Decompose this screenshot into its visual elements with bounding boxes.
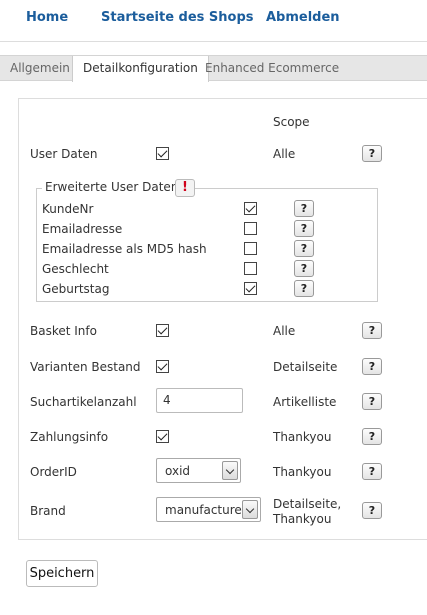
basket-info-scope: Alle <box>273 324 296 338</box>
customer-number-checkbox[interactable] <box>244 202 257 215</box>
brand-label: Brand <box>30 504 66 518</box>
brand-select[interactable]: manufacturer <box>156 497 261 522</box>
brand-scope-line2: Thankyou <box>273 512 332 526</box>
payment-info-checkbox[interactable] <box>156 430 169 443</box>
help-icon[interactable]: ? <box>362 322 382 339</box>
gender-label: Geschlecht <box>42 262 109 276</box>
help-icon[interactable]: ? <box>362 428 382 445</box>
search-article-count-input[interactable]: 4 <box>156 388 243 413</box>
payment-info-scope: Thankyou <box>273 430 332 444</box>
variant-stock-checkbox[interactable] <box>156 360 169 373</box>
help-icon[interactable]: ? <box>294 240 314 257</box>
top-navigation: Home Startseite des Shops Abmelden <box>0 0 427 42</box>
order-id-value: oxid <box>165 464 191 478</box>
order-id-label: OrderID <box>30 465 77 479</box>
gender-checkbox[interactable] <box>244 262 257 275</box>
email-md5-label: Emailadresse als MD5 hash <box>42 242 207 256</box>
order-id-select[interactable]: oxid <box>156 458 241 483</box>
help-icon[interactable]: ? <box>294 260 314 277</box>
shop-start-link[interactable]: Startseite des Shops <box>101 10 254 25</box>
birthday-checkbox[interactable] <box>244 282 257 295</box>
variant-stock-scope: Detailseite <box>273 360 338 374</box>
warning-icon[interactable]: ! <box>175 179 195 197</box>
help-icon[interactable]: ? <box>362 145 382 162</box>
help-icon[interactable]: ? <box>362 463 382 480</box>
search-article-count-label: Suchartikelanzahl <box>30 395 137 409</box>
brand-scope-line1: Detailseite, <box>273 497 342 511</box>
help-icon[interactable]: ? <box>362 502 382 519</box>
chevron-down-icon <box>222 461 238 480</box>
user-data-label: User Daten <box>30 147 98 161</box>
save-button[interactable]: Speichern <box>26 560 98 587</box>
order-id-scope: Thankyou <box>273 465 332 479</box>
tab-general[interactable]: Allgemein <box>0 56 80 81</box>
tab-bar: Allgemein Detailkonfiguration Enhanced E… <box>0 55 427 82</box>
basket-info-label: Basket Info <box>30 324 97 338</box>
help-icon[interactable]: ? <box>362 393 382 410</box>
user-data-scope: Alle <box>273 147 296 161</box>
chevron-down-icon <box>242 500 258 519</box>
birthday-label: Geburtstag <box>42 282 110 296</box>
brand-value: manufacturer <box>165 503 247 517</box>
logout-link[interactable]: Abmelden <box>266 10 340 25</box>
email-md5-checkbox[interactable] <box>244 242 257 255</box>
basket-info-checkbox[interactable] <box>156 324 169 337</box>
help-icon[interactable]: ? <box>294 220 314 237</box>
email-checkbox[interactable] <box>244 222 257 235</box>
email-label: Emailadresse <box>42 222 123 236</box>
customer-number-label: KundeNr <box>42 202 94 216</box>
search-article-count-scope: Artikelliste <box>273 395 337 409</box>
payment-info-label: Zahlungsinfo <box>30 430 109 444</box>
help-icon[interactable]: ? <box>362 358 382 375</box>
help-icon[interactable]: ? <box>294 200 314 217</box>
help-icon[interactable]: ? <box>294 280 314 297</box>
scope-header: Scope <box>273 115 310 129</box>
user-data-checkbox[interactable] <box>156 147 169 160</box>
variant-stock-label: Varianten Bestand <box>30 360 141 374</box>
extended-user-data-legend: Erweiterte User Daten <box>42 180 182 194</box>
tab-enhanced-ecommerce[interactable]: Enhanced Ecommerce <box>195 56 349 81</box>
home-link[interactable]: Home <box>26 10 68 25</box>
tab-detail-config[interactable]: Detailkonfiguration <box>72 56 209 82</box>
